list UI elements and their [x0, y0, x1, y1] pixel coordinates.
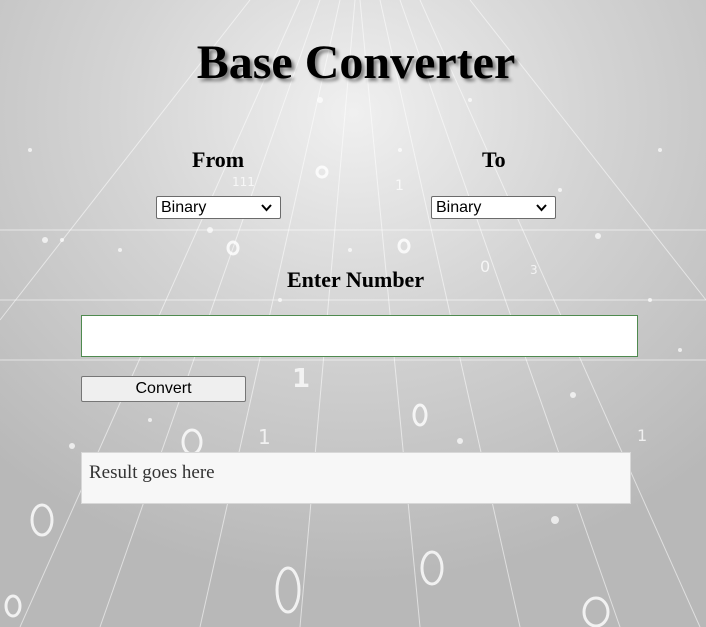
from-label: From: [192, 147, 245, 172]
chevron-down-icon: [536, 204, 547, 212]
convert-button[interactable]: Convert: [81, 376, 246, 402]
chevron-down-icon: [261, 204, 272, 212]
svg-text:1: 1: [258, 425, 271, 449]
number-input[interactable]: [81, 315, 638, 357]
svg-text:111: 111: [232, 175, 255, 189]
enter-number-label: Enter Number: [287, 267, 425, 292]
to-base-select[interactable]: Binary: [431, 196, 556, 219]
from-base-select[interactable]: Binary: [156, 196, 281, 219]
svg-text:1: 1: [292, 364, 310, 394]
svg-text:1: 1: [395, 178, 404, 194]
svg-text:1: 1: [637, 426, 647, 445]
svg-text:0: 0: [480, 257, 490, 276]
svg-text:3: 3: [530, 263, 538, 277]
to-base-selected-value: Binary: [436, 199, 482, 216]
page-title: Base Converter: [196, 36, 516, 89]
result-output: Result goes here: [81, 452, 631, 504]
result-text: Result goes here: [89, 462, 215, 483]
to-label: To: [482, 147, 506, 172]
from-base-selected-value: Binary: [161, 199, 207, 216]
